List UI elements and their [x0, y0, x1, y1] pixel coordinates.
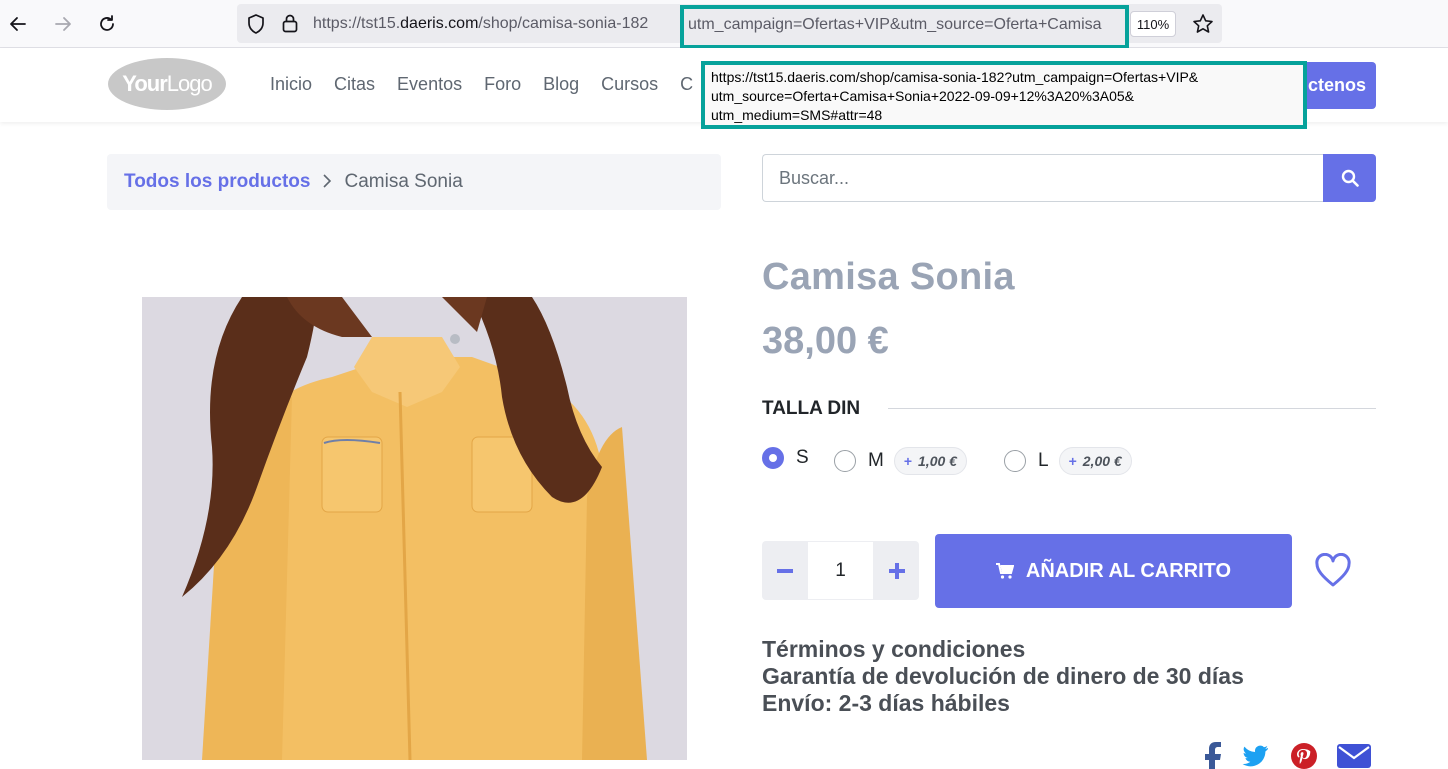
envelope-icon [1337, 744, 1371, 768]
menu-item-eventos[interactable]: Eventos [397, 74, 462, 95]
terms-line: Garantía de devolución de dinero de 30 d… [762, 663, 1244, 689]
bookmark-star-button[interactable] [1190, 11, 1216, 37]
breadcrumb-current: Camisa Sonia [344, 171, 463, 192]
quantity-input[interactable]: 1 [807, 541, 874, 600]
arrow-right-icon [55, 17, 71, 31]
radio-selected[interactable] [762, 447, 784, 469]
menu-item-partial[interactable]: C [680, 74, 693, 95]
minus-icon [776, 568, 793, 573]
heart-icon [1315, 552, 1351, 587]
size-option-label: L [1038, 450, 1049, 471]
quantity-stepper: 1 [762, 541, 919, 600]
tooltip-line: https://tst15.daeris.com/shop/camisa-son… [711, 69, 1199, 85]
shield-icon[interactable] [246, 13, 266, 35]
reload-button[interactable] [92, 9, 122, 39]
site-logo[interactable]: Your Logo [108, 58, 226, 110]
price-extra-badge: +1,00 € [893, 447, 967, 475]
browser-toolbar: https://tst15.daeris.com/shop/camisa-son… [0, 0, 1448, 49]
share-twitter[interactable] [1240, 742, 1270, 769]
main-menu: Inicio Citas Eventos Foro Blog Cursos C [270, 74, 715, 95]
radio[interactable] [834, 450, 856, 472]
menu-item-cursos[interactable]: Cursos [601, 74, 658, 95]
size-option-m[interactable]: M +1,00 € [834, 447, 967, 475]
tooltip-line: utm_medium=SMS#attr=48 [711, 107, 883, 123]
chevron-right-icon [322, 172, 332, 193]
size-option-label: S [796, 447, 809, 468]
search-icon [1341, 169, 1359, 187]
address-bar[interactable]: https://tst15.daeris.com/shop/camisa-son… [237, 4, 1222, 49]
product-image[interactable] [142, 297, 687, 760]
breadcrumb-all-products-link[interactable]: Todos los productos [124, 171, 310, 193]
attribute-divider [888, 408, 1376, 409]
url-query-highlight: utm_campaign=Ofertas+VIP&utm_source=Ofer… [680, 5, 1129, 49]
url-text: https://tst15.daeris.com/shop/camisa-son… [313, 15, 649, 32]
menu-item-inicio[interactable]: Inicio [270, 74, 312, 95]
size-option-l[interactable]: L +2,00 € [1004, 447, 1132, 475]
attribute-title: TALLA DIN [762, 398, 861, 419]
wishlist-button[interactable] [1314, 552, 1352, 589]
facebook-icon [1205, 742, 1221, 769]
zoom-level-badge[interactable]: 110% [1130, 11, 1176, 37]
menu-item-citas[interactable]: Citas [334, 74, 375, 95]
terms-line: Envío: 2-3 días hábiles [762, 690, 1010, 716]
share-email[interactable] [1336, 742, 1372, 769]
size-option-s[interactable]: S [762, 447, 809, 469]
menu-item-blog[interactable]: Blog [543, 74, 579, 95]
product-search [762, 154, 1376, 202]
search-input[interactable] [762, 154, 1324, 202]
share-facebook[interactable] [1200, 742, 1224, 769]
arrow-left-icon [10, 17, 26, 31]
twitter-icon [1242, 745, 1268, 767]
back-button[interactable] [3, 9, 33, 39]
product-price: 38,00 € [762, 320, 889, 362]
quantity-increase-button[interactable] [874, 541, 919, 600]
quantity-decrease-button[interactable] [762, 541, 807, 600]
product-title: Camisa Sonia [762, 256, 1015, 298]
add-to-cart-button[interactable]: AÑADIR AL CARRITO [935, 534, 1292, 608]
tooltip-line: utm_source=Oferta+Camisa+Sonia+2022-09-0… [711, 88, 1135, 104]
plus-icon [888, 562, 905, 579]
share-pinterest[interactable] [1290, 742, 1318, 769]
add-to-cart-label: AÑADIR AL CARRITO [1025, 559, 1232, 582]
product-terms: Términos y condiciones Garantía de devol… [762, 636, 1244, 717]
lock-icon[interactable] [281, 13, 299, 33]
cart-icon [995, 563, 1014, 579]
pinterest-icon [1291, 743, 1317, 769]
url-tooltip: https://tst15.daeris.com/shop/camisa-son… [701, 61, 1307, 129]
forward-button[interactable] [48, 9, 78, 39]
star-icon [1193, 14, 1213, 33]
price-extra-badge: +2,00 € [1058, 447, 1132, 475]
menu-item-foro[interactable]: Foro [484, 74, 521, 95]
size-option-label: M [868, 450, 884, 471]
search-button[interactable] [1323, 154, 1376, 202]
terms-line: Términos y condiciones [762, 636, 1026, 662]
breadcrumb: Todos los productos Camisa Sonia [107, 154, 721, 210]
reload-icon [100, 15, 114, 31]
radio[interactable] [1004, 450, 1026, 472]
